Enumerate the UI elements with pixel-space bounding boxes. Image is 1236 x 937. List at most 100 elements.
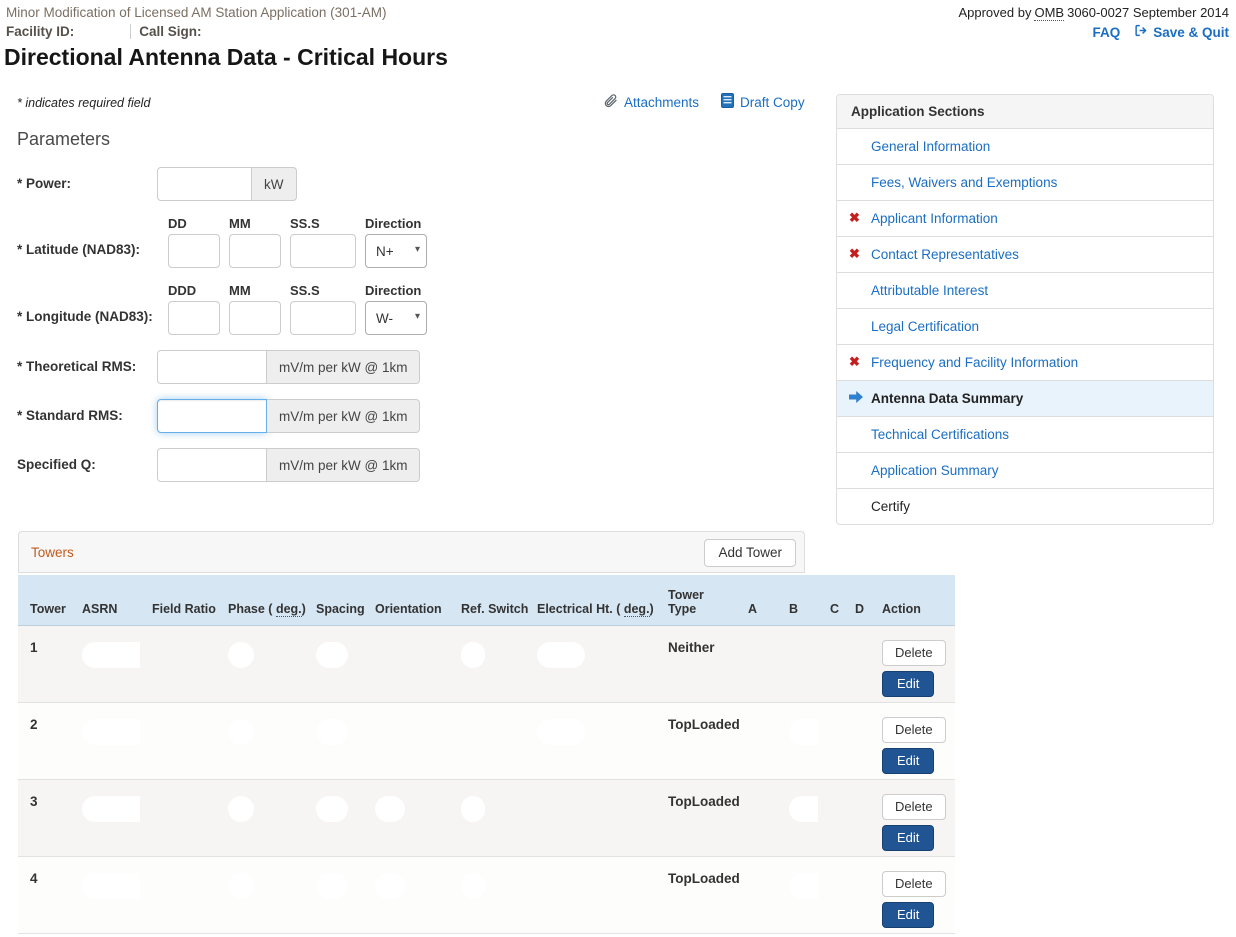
cell-empty: [843, 625, 870, 702]
section-label[interactable]: Contact Representatives: [871, 247, 1019, 262]
edit-tower-button[interactable]: Edit: [882, 748, 934, 774]
required-field-note: * indicates required field: [17, 96, 150, 110]
theoretical-rms-label: * Theoretical RMS:: [17, 350, 157, 384]
theoretical-rms-unit-addon: mV/m per kW @ 1km: [267, 350, 420, 384]
section-label[interactable]: Technical Certifications: [871, 427, 1009, 442]
column-header: Ref. Switch: [449, 575, 525, 625]
standard-rms-input[interactable]: [157, 399, 267, 433]
sidebar-item[interactable]: Application Summary: [837, 452, 1213, 488]
cell-empty: [818, 856, 843, 933]
sidebar-item[interactable]: Legal Certification: [837, 308, 1213, 344]
sign-out-icon: [1134, 24, 1148, 40]
redacted-value: [375, 796, 405, 822]
edit-tower-button[interactable]: Edit: [882, 671, 934, 697]
section-label[interactable]: Fees, Waivers and Exemptions: [871, 175, 1057, 190]
redacted-value: [375, 873, 405, 899]
longitude-ddd-column-label: DDD: [168, 283, 220, 298]
facility-callsign-row: Facility ID: Call Sign:: [6, 24, 202, 39]
cell-empty: [736, 779, 777, 856]
cell-actions: Delete Edit: [870, 625, 955, 702]
sidebar-item[interactable]: ✖Contact Representatives: [837, 236, 1213, 272]
cell-redacted: [70, 702, 140, 779]
section-label[interactable]: Antenna Data Summary: [871, 391, 1023, 406]
longitude-seconds-input[interactable]: [290, 301, 356, 335]
cell-empty: [736, 856, 777, 933]
power-input[interactable]: [157, 167, 252, 201]
delete-tower-button[interactable]: Delete: [882, 640, 946, 666]
sidebar-item[interactable]: Antenna Data Summary: [837, 380, 1213, 416]
cell-empty: [736, 702, 777, 779]
section-label[interactable]: Attributable Interest: [871, 283, 988, 298]
section-label[interactable]: General Information: [871, 139, 990, 154]
delete-tower-button[interactable]: Delete: [882, 717, 946, 743]
latitude-direction-select[interactable]: N+: [365, 234, 427, 268]
sidebar-item[interactable]: General Information: [837, 129, 1213, 164]
edit-tower-button[interactable]: Edit: [882, 902, 934, 928]
longitude-minutes-input[interactable]: [229, 301, 281, 335]
cell-redacted: [304, 856, 363, 933]
cell-empty: [843, 856, 870, 933]
cell-empty: [449, 702, 525, 779]
sidebar-item[interactable]: Fees, Waivers and Exemptions: [837, 164, 1213, 200]
longitude-label: * Longitude (NAD83):: [17, 283, 157, 335]
specified-q-input[interactable]: [157, 448, 267, 482]
draft-copy-link[interactable]: Draft Copy: [721, 93, 805, 111]
parameters-heading: Parameters: [17, 129, 467, 150]
latitude-minutes-input[interactable]: [229, 234, 281, 268]
redacted-value: [461, 796, 485, 822]
save-quit-link[interactable]: Save & Quit: [1134, 24, 1229, 40]
longitude-degrees-input[interactable]: [168, 301, 220, 335]
column-header: Phase ( deg.): [216, 575, 304, 625]
section-label[interactable]: Application Summary: [871, 463, 999, 478]
column-header: Tower: [18, 575, 70, 625]
section-label[interactable]: Frequency and Facility Information: [871, 355, 1078, 370]
longitude-direction-select[interactable]: W-: [365, 301, 427, 335]
column-header: Action: [870, 575, 955, 625]
add-tower-button[interactable]: Add Tower: [704, 539, 796, 567]
specified-q-unit-addon: mV/m per kW @ 1km: [267, 448, 420, 482]
redacted-value: [228, 719, 254, 745]
towers-title: Towers: [31, 545, 74, 560]
latitude-degrees-input[interactable]: [168, 234, 220, 268]
edit-tower-button[interactable]: Edit: [882, 825, 934, 851]
attachments-link[interactable]: Attachments: [603, 93, 699, 111]
section-label[interactable]: Applicant Information: [871, 211, 998, 226]
cell-redacted: [304, 625, 363, 702]
cell-empty: [818, 779, 843, 856]
cell-empty: [843, 702, 870, 779]
cell-empty: [818, 702, 843, 779]
cell-tower-type: TopLoaded: [656, 856, 736, 933]
application-sections-list: General Information Fees, Waivers and Exe…: [837, 129, 1213, 524]
faq-link[interactable]: FAQ: [1092, 25, 1120, 40]
cell-empty: [140, 856, 216, 933]
redacted-value: [228, 642, 254, 668]
approved-suffix: 3060-0027 September 2014: [1067, 5, 1229, 20]
latitude-seconds-input[interactable]: [290, 234, 356, 268]
delete-tower-button[interactable]: Delete: [882, 794, 946, 820]
redacted-value: [461, 642, 485, 668]
redacted-value: [316, 873, 348, 899]
parameters-section: Parameters * Power: kW * Latitude (NAD83…: [17, 129, 467, 497]
redacted-value: [461, 873, 485, 899]
cell-tower-number: 2: [18, 702, 70, 779]
sidebar-item[interactable]: ✖Applicant Information: [837, 200, 1213, 236]
cell-actions: Delete Edit: [870, 702, 955, 779]
theoretical-rms-input[interactable]: [157, 350, 267, 384]
sidebar-item[interactable]: Technical Certifications: [837, 416, 1213, 452]
cell-redacted: [525, 702, 656, 779]
delete-tower-button[interactable]: Delete: [882, 871, 946, 897]
redacted-value: [316, 642, 348, 668]
column-header: ASRN: [70, 575, 140, 625]
section-label[interactable]: Legal Certification: [871, 319, 979, 334]
cell-redacted: [777, 779, 818, 856]
longitude-row: * Longitude (NAD83): DDD MM SS.S Directi…: [17, 283, 467, 335]
column-header: Electrical Ht. ( deg.): [525, 575, 656, 625]
application-sections-header: Application Sections: [837, 95, 1213, 129]
sidebar-item[interactable]: Attributable Interest: [837, 272, 1213, 308]
longitude-mm-column-label: MM: [229, 283, 281, 298]
cell-empty: [777, 625, 818, 702]
cell-empty: [736, 625, 777, 702]
column-header: C: [818, 575, 843, 625]
redacted-value: [228, 796, 254, 822]
sidebar-item[interactable]: ✖Frequency and Facility Information: [837, 344, 1213, 380]
